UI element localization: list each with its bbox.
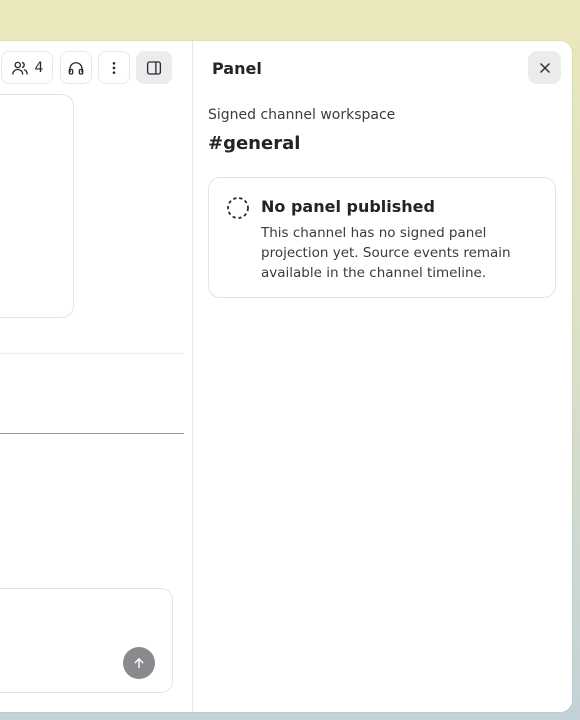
divider <box>0 433 184 434</box>
users-icon <box>11 59 29 77</box>
more-vertical-icon <box>106 60 122 76</box>
channel-name: #general <box>208 133 301 154</box>
panel-subtitle: Signed channel workspace <box>208 107 396 123</box>
chat-pane: 4 <box>0 41 192 712</box>
empty-state-title: No panel published <box>261 197 435 216</box>
message-composer[interactable] <box>0 588 173 693</box>
message-card <box>0 94 74 318</box>
members-count: 4 <box>34 59 44 76</box>
send-button[interactable] <box>123 647 155 679</box>
app-window: 4 Panel Signed channel workspace #genera… <box>0 41 572 712</box>
close-icon <box>538 61 552 75</box>
divider <box>0 353 184 354</box>
audio-button[interactable] <box>60 51 92 84</box>
arrow-up-icon <box>132 656 146 670</box>
members-button[interactable]: 4 <box>1 51 53 84</box>
more-options-button[interactable] <box>98 51 130 84</box>
toggle-panel-button[interactable] <box>136 51 172 84</box>
panel-title: Panel <box>212 59 262 78</box>
side-panel: Panel Signed channel workspace #general … <box>192 41 572 712</box>
headphones-icon <box>67 59 85 77</box>
close-panel-button[interactable] <box>528 51 561 84</box>
sidebar-panel-icon <box>145 59 163 77</box>
dashed-circle-icon <box>226 196 250 224</box>
empty-state-card: No panel published This channel has no s… <box>208 177 556 298</box>
empty-state-description: This channel has no signed panel project… <box>261 225 511 281</box>
